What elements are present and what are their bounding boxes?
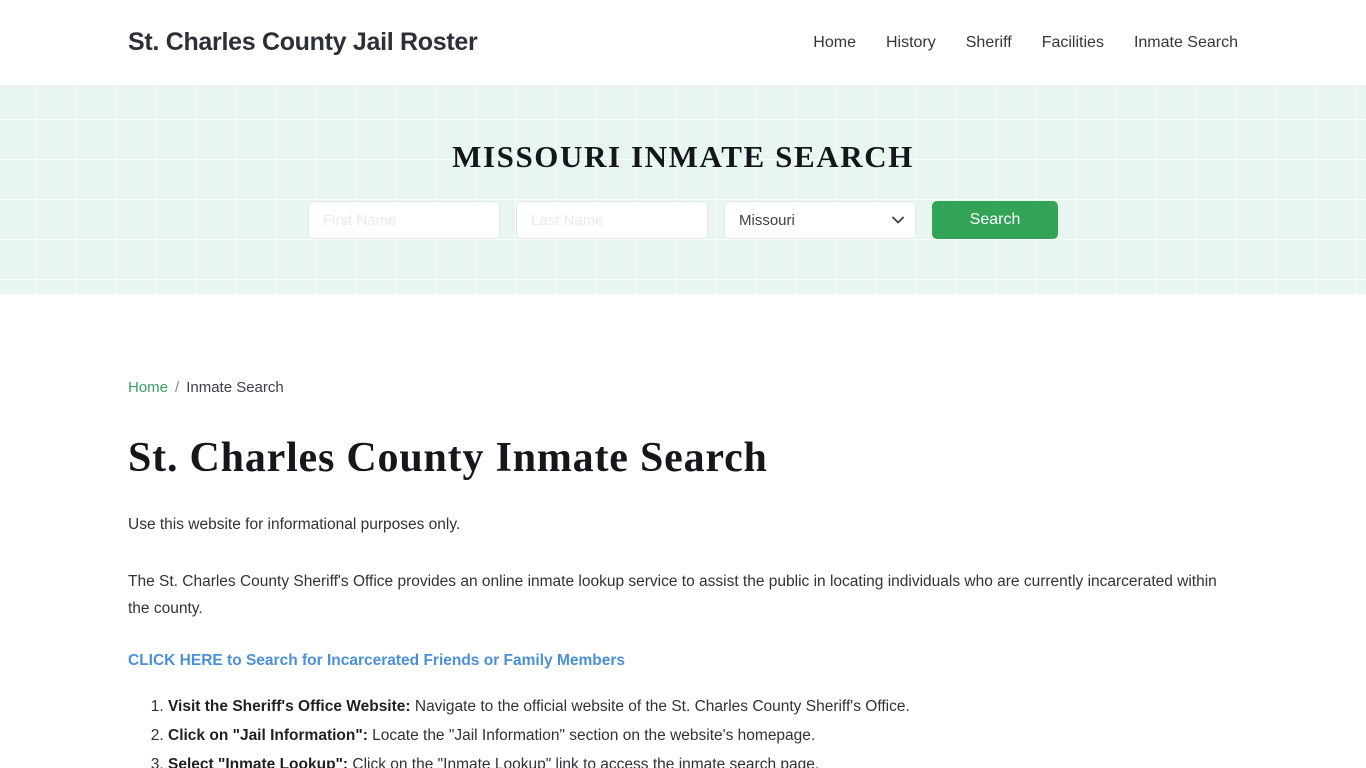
step-term: Click on "Jail Information": [168, 727, 368, 744]
breadcrumb: Home / Inmate Search [128, 379, 1238, 396]
list-item: Select "Inmate Lookup": Click on the "In… [168, 753, 1238, 768]
description-paragraph: The St. Charles County Sheriff's Office … [128, 572, 1217, 617]
nav-item-history[interactable]: History [886, 34, 936, 51]
breadcrumb-home-link[interactable]: Home [128, 379, 168, 396]
hero-title: Missouri Inmate Search [452, 139, 914, 174]
intro-paragraph: Use this website for informational purpo… [128, 516, 461, 534]
step-term: Select "Inmate Lookup": [168, 756, 349, 768]
step-detail: Navigate to the official website of the … [410, 697, 910, 715]
inmate-search-form: Missouri Search [308, 201, 1058, 239]
first-name-input[interactable] [308, 201, 500, 239]
main-content: Home / Inmate Search St. Charles County … [0, 379, 1366, 768]
inmate-search-hero: Missouri Inmate Search Missouri Search [0, 86, 1366, 294]
state-select-wrapper: Missouri [724, 201, 916, 239]
search-friends-family-link[interactable]: CLICK HERE to Search for Incarcerated Fr… [128, 649, 625, 672]
breadcrumb-separator: / [175, 379, 180, 396]
state-select[interactable]: Missouri [724, 201, 916, 239]
nav-item-facilities[interactable]: Facilities [1042, 34, 1104, 51]
nav-item-inmate-search[interactable]: Inmate Search [1134, 34, 1238, 51]
nav-item-home[interactable]: Home [813, 34, 856, 51]
main-navigation: Home History Sheriff Facilities Inmate S… [813, 34, 1238, 51]
search-steps-list: Visit the Sheriff's Office Website: Navi… [128, 695, 1238, 768]
site-brand-link[interactable]: St. Charles County Jail Roster [128, 28, 478, 57]
list-item: Click on "Jail Information": Locate the … [168, 724, 1238, 748]
search-button[interactable]: Search [932, 201, 1058, 239]
step-term: Visit the Sheriff's Office Website: [168, 697, 411, 715]
list-item: Visit the Sheriff's Office Website: Navi… [168, 695, 1238, 719]
step-detail: Click on the "Inmate Lookup" link to acc… [348, 756, 820, 768]
last-name-input[interactable] [516, 201, 708, 239]
page-title: St. Charles County Inmate Search [128, 435, 768, 481]
nav-item-sheriff[interactable]: Sheriff [966, 34, 1012, 51]
step-detail: Locate the "Jail Information" section on… [367, 727, 816, 744]
breadcrumb-current: Inmate Search [186, 379, 284, 396]
site-header: St. Charles County Jail Roster Home Hist… [0, 0, 1366, 86]
